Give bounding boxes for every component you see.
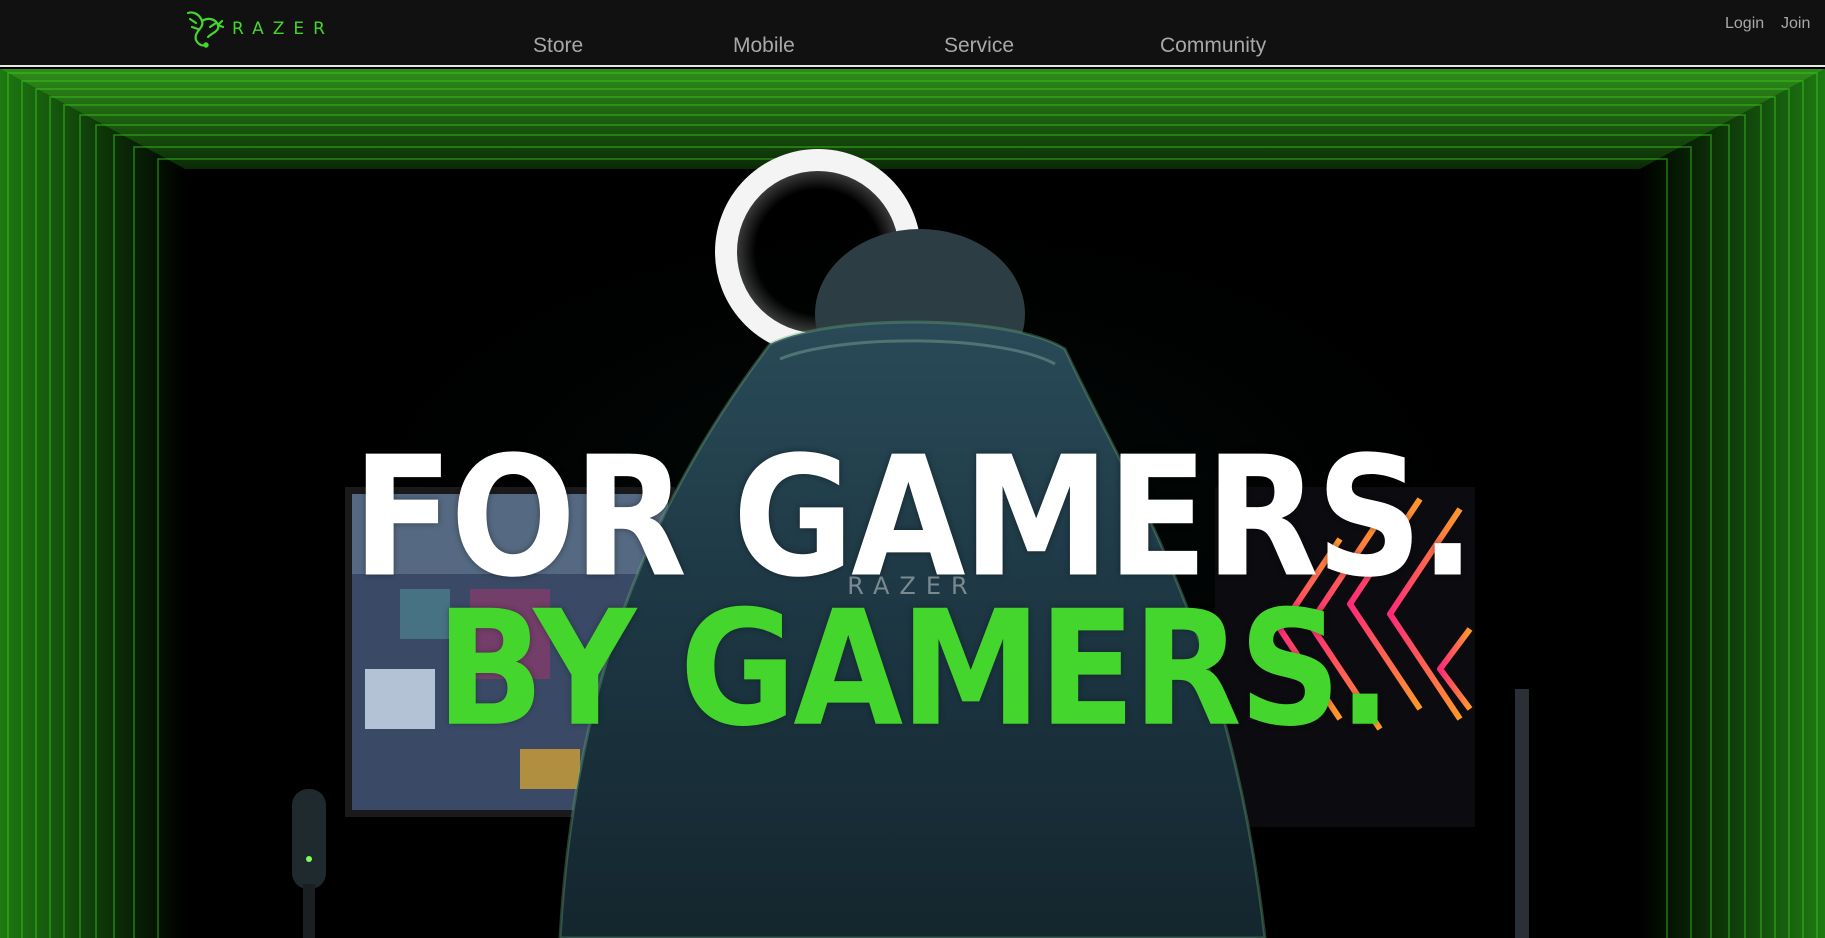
nav-service[interactable]: Service <box>944 34 1014 58</box>
join-link[interactable]: Join <box>1781 15 1810 33</box>
nav-mobile[interactable]: Mobile <box>733 34 795 58</box>
nav-store[interactable]: Store <box>533 34 583 58</box>
hero-banner: RAZER FOR GAMERS. BY GAMERS. <box>0 69 1825 938</box>
nav-community[interactable]: Community <box>1160 34 1266 58</box>
hero-headline-line2: BY GAMERS. <box>435 577 1392 762</box>
login-link[interactable]: Login <box>1725 15 1764 33</box>
razer-snake-icon <box>186 11 225 48</box>
razer-wordmark: RAZER <box>232 19 334 39</box>
top-navigation-bar: RAZER Store Mobile Service Community Log… <box>0 0 1825 67</box>
razer-logo[interactable]: RAZER <box>182 7 334 51</box>
